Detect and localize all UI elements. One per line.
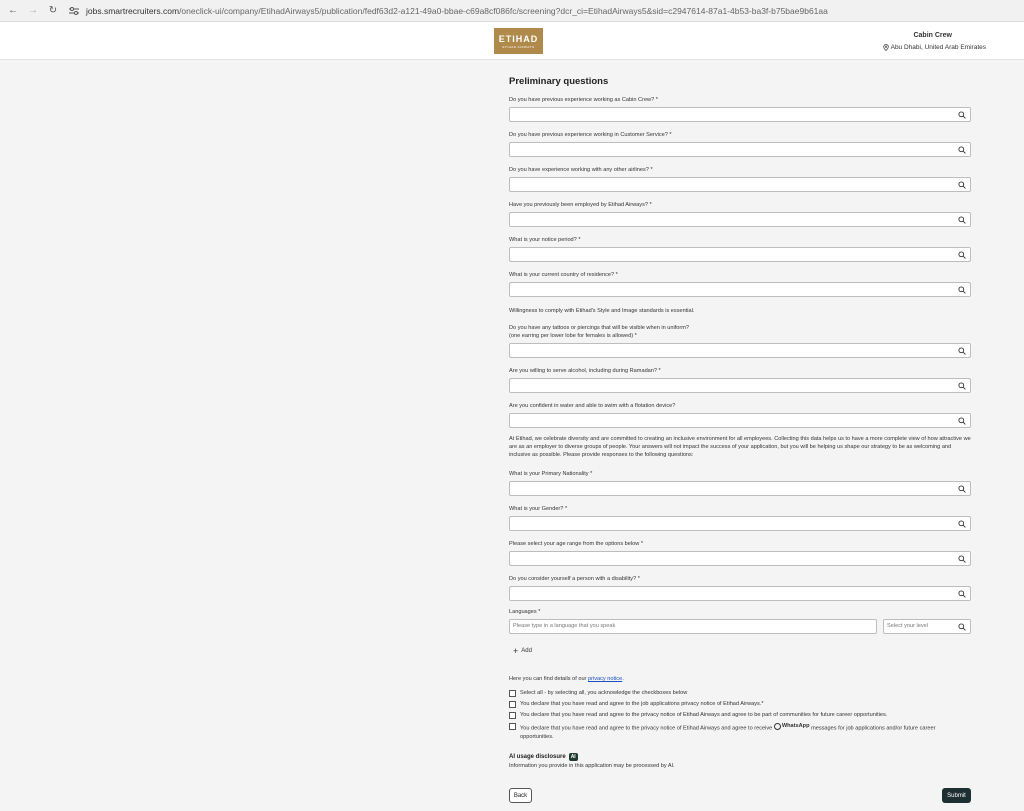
- etihad-logo[interactable]: ETIHAD ETIHAD AIRWAYS: [494, 28, 543, 54]
- languages-label: Languages *: [509, 609, 541, 615]
- question-label: Have you previously been employed by Eti…: [509, 202, 652, 208]
- whatsapp-brand-text: WhatsApp: [781, 723, 810, 729]
- select-all-label: Select all - by selecting all, you ackno…: [520, 690, 688, 696]
- page-title: Preliminary questions: [509, 76, 609, 87]
- url-text: jobs.smartrecruiters.com/oneclick-ui/com…: [86, 6, 828, 16]
- privacy-suffix: .: [622, 676, 624, 682]
- style-standards-note: Willingness to comply with Etihad's Styl…: [509, 308, 695, 314]
- cabin-crew-experience-select[interactable]: [509, 107, 971, 122]
- add-language-button[interactable]: + Add: [513, 646, 532, 656]
- whatsapp-brand: WhatsApp: [773, 722, 810, 730]
- privacy-agree-label: You declare that you have read and agree…: [520, 701, 764, 707]
- tattoos-piercings-select[interactable]: [509, 343, 971, 358]
- job-title: Cabin Crew: [913, 32, 952, 39]
- whatsapp-prefix: You declare that you have read and agree…: [520, 725, 774, 732]
- ai-badge: AI: [568, 753, 578, 761]
- question-label: Are you confident in water and able to s…: [509, 403, 676, 409]
- search-icon: [958, 590, 966, 598]
- privacy-notice-line: Here you can find details of our privacy…: [509, 676, 624, 682]
- job-location: Abu Dhabi, United Arab Emirates: [882, 44, 986, 51]
- search-icon: [958, 417, 966, 425]
- search-icon: [958, 347, 966, 355]
- back-button[interactable]: Back: [509, 788, 532, 803]
- back-arrow-icon[interactable]: ←: [6, 4, 20, 18]
- search-icon: [958, 520, 966, 528]
- swim-ability-select[interactable]: [509, 413, 971, 428]
- search-icon: [958, 111, 966, 119]
- privacy-agree-checkbox[interactable]: [509, 700, 516, 708]
- diversity-statement: At Etihad, we celebrate diversity and ar…: [509, 436, 971, 458]
- search-icon: [958, 382, 966, 390]
- reload-icon[interactable]: ↻: [46, 4, 60, 18]
- language-input[interactable]: Please type in a language that you speak: [509, 619, 877, 634]
- tattoo-question-line2: (one earring per lower lobe for females …: [509, 333, 637, 339]
- privacy-agree-row: You declare that you have read and agree…: [509, 700, 972, 708]
- previously-employed-select[interactable]: [509, 212, 971, 227]
- logo-sub-text: ETIHAD AIRWAYS: [502, 44, 535, 49]
- site-header: ETIHAD ETIHAD AIRWAYS Cabin Crew Abu Dha…: [0, 22, 1024, 60]
- whatsapp-line2: opportunities.: [520, 733, 554, 740]
- question-label: Please select your age range from the op…: [509, 541, 644, 547]
- search-icon: [958, 146, 966, 154]
- whatsapp-suffix: messages for job applications and/or fut…: [809, 725, 936, 732]
- whatsapp-agree-checkbox[interactable]: [509, 722, 516, 730]
- notice-period-select[interactable]: [509, 247, 971, 262]
- add-language-label: Add: [521, 648, 532, 654]
- site-settings-icon[interactable]: [68, 5, 80, 17]
- age-range-select[interactable]: [509, 551, 971, 566]
- question-label: Do you have previous experience working …: [509, 132, 672, 138]
- search-icon: [958, 485, 966, 493]
- whatsapp-agree-label: You declare that you have read and agree…: [520, 722, 935, 741]
- privacy-prefix: Here you can find details of our: [509, 676, 588, 682]
- disability-select[interactable]: [509, 586, 971, 601]
- search-icon: [958, 181, 966, 189]
- search-icon: [958, 555, 966, 563]
- tattoo-question-line1: Do you have any tattoos or piercings tha…: [509, 325, 690, 331]
- forward-arrow-icon[interactable]: →: [26, 4, 40, 18]
- address-bar[interactable]: jobs.smartrecruiters.com/oneclick-ui/com…: [68, 3, 948, 19]
- serve-alcohol-select[interactable]: [509, 378, 971, 393]
- submit-button[interactable]: Submit: [942, 788, 971, 803]
- community-agree-checkbox[interactable]: [509, 711, 516, 719]
- search-icon: [958, 623, 966, 631]
- question-label: Do you have previous experience working …: [509, 97, 658, 103]
- customer-service-experience-select[interactable]: [509, 142, 971, 157]
- community-agree-row: You declare that you have read and agree…: [509, 711, 972, 719]
- select-all-row: Select all - by selecting all, you ackno…: [509, 689, 972, 697]
- country-of-residence-select[interactable]: [509, 282, 971, 297]
- whatsapp-agree-row: You declare that you have read and agree…: [509, 722, 972, 741]
- search-icon: [958, 216, 966, 224]
- question-label: Do you have experience working with any …: [509, 167, 653, 173]
- community-agree-label: You declare that you have read and agree…: [520, 712, 888, 718]
- question-label: What is your Primary Nationality *: [509, 471, 593, 477]
- search-icon: [958, 251, 966, 259]
- ai-disclosure-text: Information you provide in this applicat…: [509, 763, 675, 769]
- question-label: What is your Gender? *: [509, 506, 568, 512]
- other-airlines-experience-select[interactable]: [509, 177, 971, 192]
- privacy-notice-link[interactable]: privacy notice: [588, 676, 622, 682]
- job-location-text: Abu Dhabi, United Arab Emirates: [890, 44, 986, 51]
- url-path: /oneclick-ui/company/EtihadAirways5/publ…: [179, 5, 828, 16]
- nationality-select[interactable]: [509, 481, 971, 496]
- question-label: Do you consider yourself a person with a…: [509, 576, 640, 582]
- question-label: What is your current country of residenc…: [509, 272, 618, 278]
- gender-select[interactable]: [509, 516, 971, 531]
- ai-disclosure-heading: AI usage disclosure: [509, 754, 566, 760]
- question-label: What is your notice period? *: [509, 237, 581, 243]
- language-level-placeholder: Select your level: [887, 623, 929, 629]
- question-label: Are you willing to serve alcohol, includ…: [509, 368, 661, 374]
- url-domain: jobs.smartrecruiters.com: [86, 5, 180, 16]
- select-all-checkbox[interactable]: [509, 689, 516, 697]
- browser-toolbar: ← → ↻ jobs.smartrecruiters.com/oneclick-…: [0, 0, 1024, 22]
- logo-main-text: ETIHAD: [498, 33, 539, 44]
- ai-disclosure-title: AI usage disclosure AI: [509, 753, 578, 761]
- search-icon: [958, 286, 966, 294]
- whatsapp-icon: [773, 722, 781, 730]
- language-level-select[interactable]: Select your level: [883, 619, 971, 634]
- plus-icon: +: [513, 646, 519, 656]
- location-pin-icon: [882, 44, 889, 51]
